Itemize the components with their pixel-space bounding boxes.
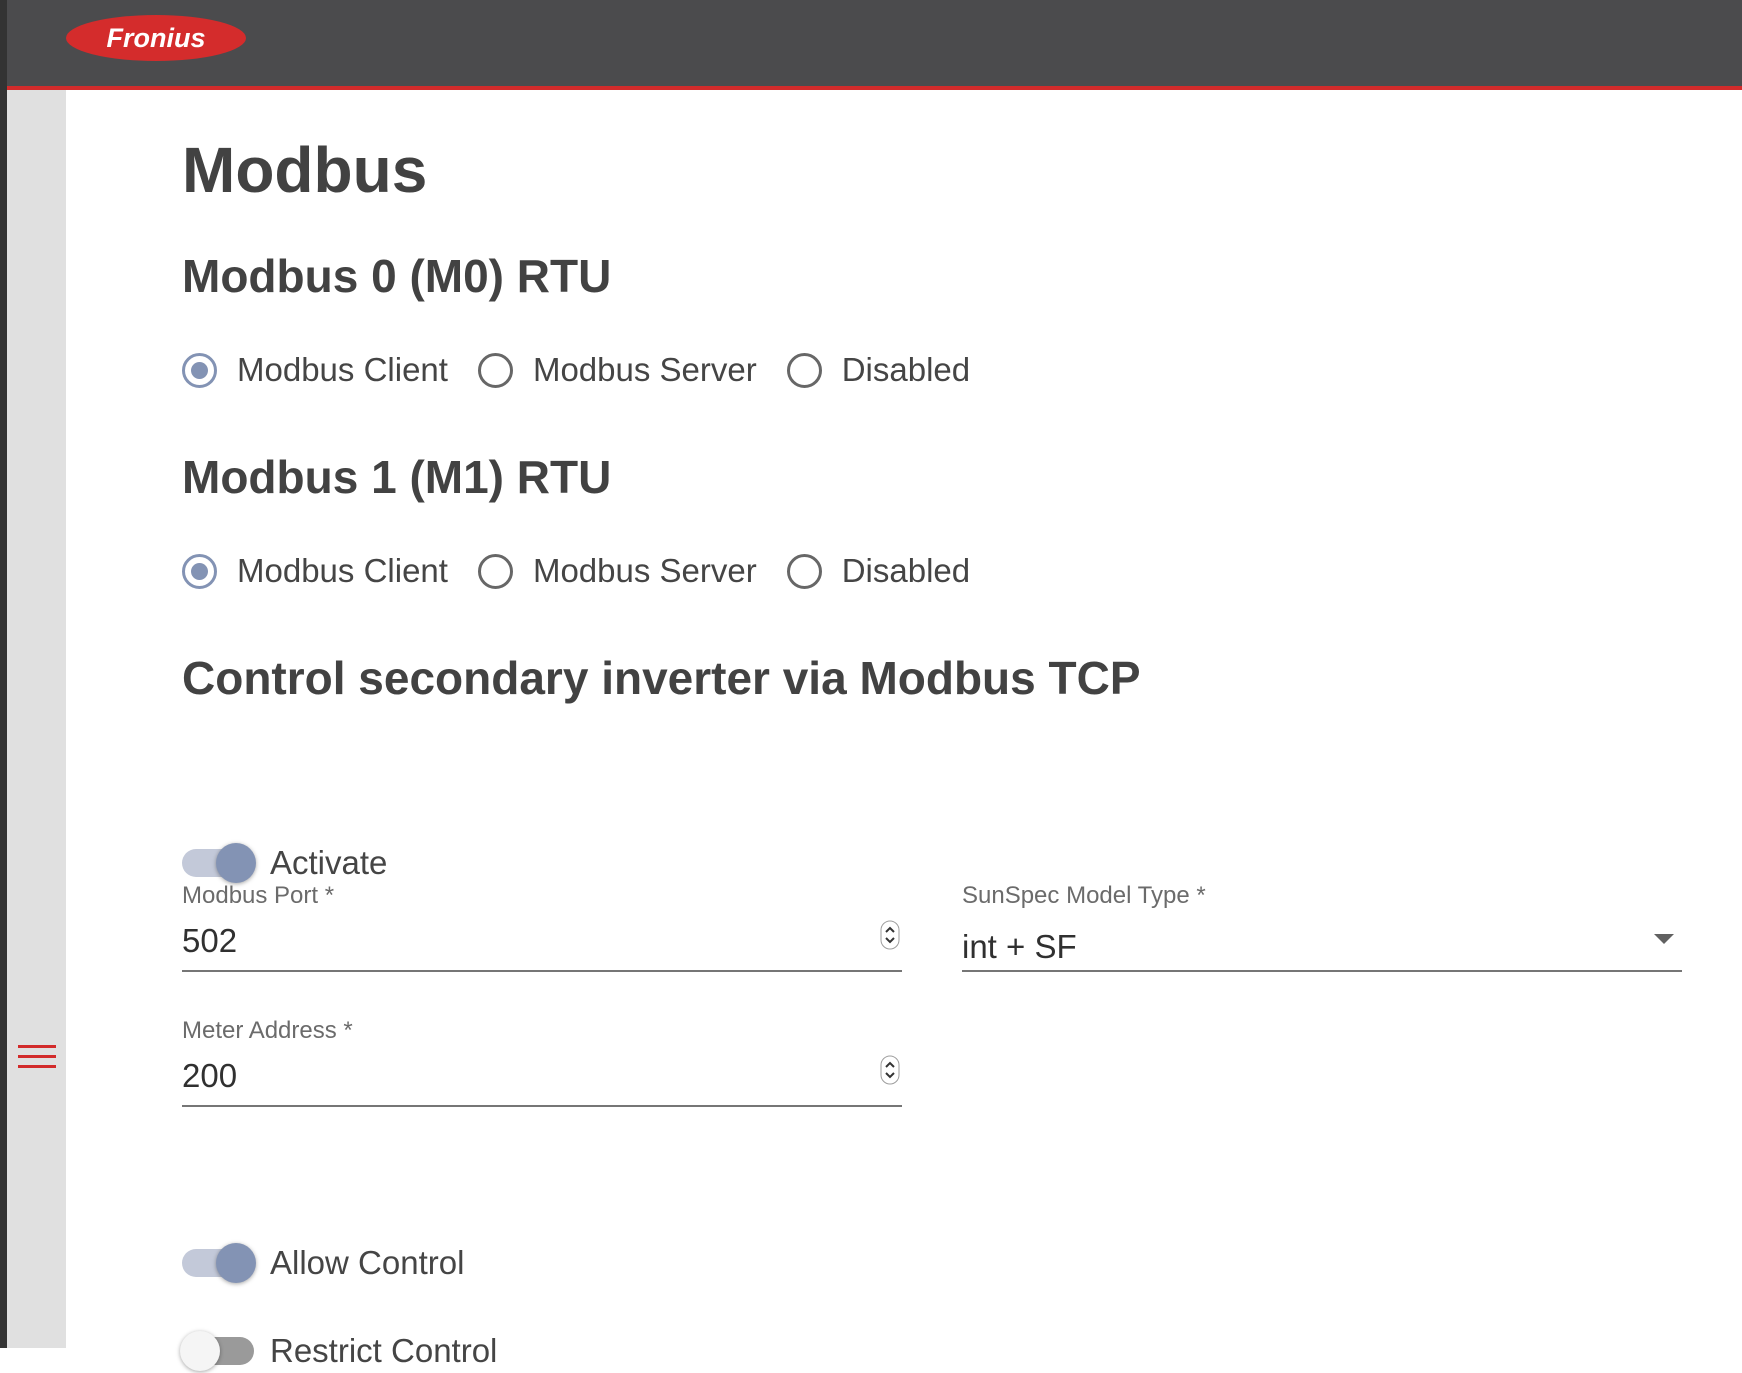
radio-label: Disabled [841,351,971,388]
radio-label: Modbus Client [237,552,448,589]
modbus-port-value: 502 [182,922,238,959]
tcp-section-title: Control secondary inverter via Modbus TC… [182,652,1141,704]
modbus1-client-radio[interactable]: Modbus Client [182,552,448,590]
restrict-control-toggle-row: Restrict Control [180,1329,498,1373]
radio-unchecked-icon [477,352,513,388]
radio-label: Modbus Client [237,351,448,388]
number-stepper-icon[interactable] [880,1055,900,1085]
modbus1-mode-group: Modbus Client Modbus Server Disabled [182,549,1000,593]
activate-toggle[interactable] [182,841,256,885]
modbus1-disabled-radio[interactable]: Disabled [786,552,971,590]
window-edge [0,0,7,1348]
modbus0-client-radio[interactable]: Modbus Client [182,351,448,389]
meter-address-label: Meter Address * [182,1017,353,1044]
side-nav [7,90,66,1348]
fronius-logo[interactable]: Fronius [65,14,247,62]
top-bar: Fronius [7,0,1742,90]
page-title: Modbus [182,134,428,206]
sunspec-model-value: int + SF [962,928,1077,965]
restrict-control-toggle[interactable] [180,1329,254,1373]
radio-checked-icon [182,352,217,388]
hamburger-menu-icon[interactable] [18,1045,56,1073]
radio-checked-icon [182,553,217,589]
number-stepper-icon[interactable] [880,920,900,950]
modbus0-disabled-radio[interactable]: Disabled [786,351,971,389]
radio-label: Modbus Server [532,351,757,388]
allow-control-label: Allow Control [270,1244,465,1281]
meter-address-input[interactable]: 200 [182,1047,902,1107]
modbus1-title: Modbus 1 (M1) RTU [182,451,612,503]
modbus1-server-radio[interactable]: Modbus Server [477,552,757,590]
modbus0-title: Modbus 0 (M0) RTU [182,250,612,302]
restrict-control-label: Restrict Control [270,1332,498,1369]
meter-address-value: 200 [182,1057,238,1094]
radio-label: Disabled [841,552,971,589]
modbus-port-label: Modbus Port * [182,882,335,909]
modbus-port-input[interactable]: 502 [182,912,902,972]
allow-control-toggle-row: Allow Control [182,1241,464,1285]
radio-unchecked-icon [477,553,513,589]
modbus0-server-radio[interactable]: Modbus Server [477,351,757,389]
svg-text:Fronius: Fronius [107,23,206,53]
modbus-port-field: Modbus Port * 502 [182,882,902,974]
main-content: Modbus Modbus 0 (M0) RTU Modbus Client M… [180,90,1682,1371]
radio-label: Modbus Server [532,552,757,589]
activate-label: Activate [270,844,388,881]
meter-address-field: Meter Address * 200 [182,1017,902,1109]
sunspec-model-label: SunSpec Model Type * [962,882,1206,909]
modbus0-mode-group: Modbus Client Modbus Server Disabled [182,348,1000,392]
allow-control-toggle[interactable] [182,1241,256,1285]
sunspec-model-field: SunSpec Model Type * int + SF [962,882,1682,974]
radio-unchecked-icon [786,352,822,388]
dropdown-arrow-icon [1654,934,1674,944]
activate-toggle-row: Activate [182,841,387,885]
radio-unchecked-icon [786,553,822,589]
sunspec-model-select[interactable]: int + SF [962,912,1682,972]
